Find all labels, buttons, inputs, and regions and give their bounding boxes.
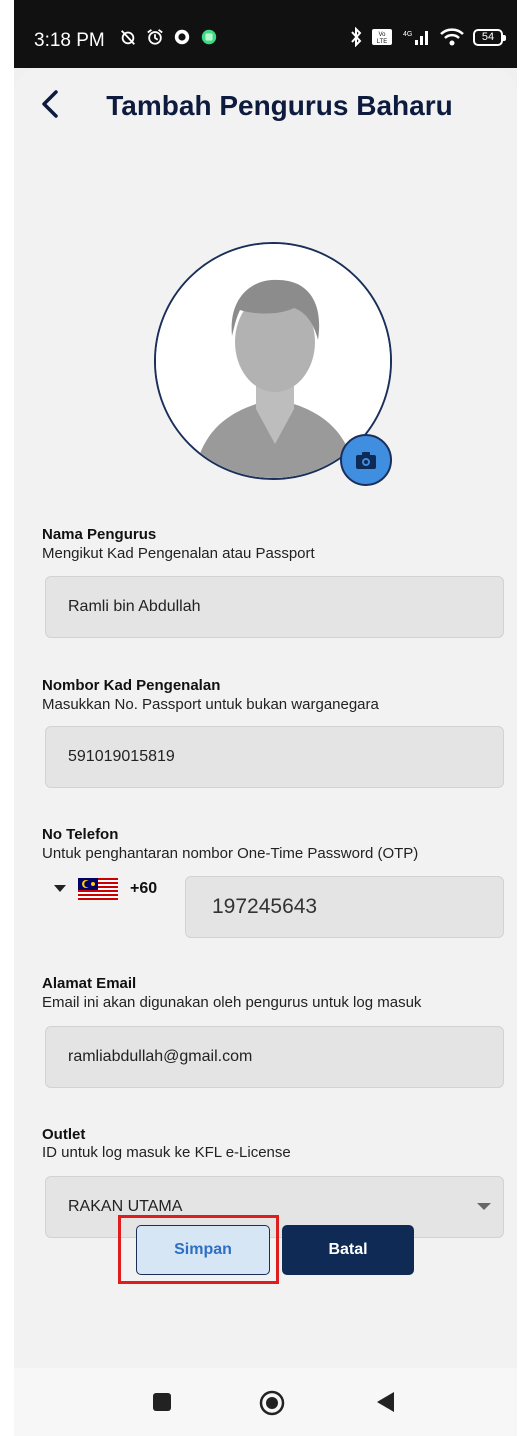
svg-text:4G: 4G <box>403 31 412 38</box>
battery-icon: 54 <box>473 28 506 46</box>
phone-label: No Telefon <box>42 826 119 843</box>
phone-input[interactable]: 197245643 <box>185 876 504 938</box>
ic-number-input[interactable]: 591019015819 <box>45 726 504 788</box>
malaysia-flag-icon <box>78 878 118 900</box>
caret-down-icon <box>54 885 66 892</box>
home-icon[interactable] <box>259 1390 285 1416</box>
back-nav-icon[interactable] <box>374 1390 396 1414</box>
save-button[interactable]: Simpan <box>136 1225 270 1275</box>
ic-number-label: Nombor Kad Pengenalan <box>42 677 221 694</box>
outlet-label: Outlet <box>42 1126 86 1143</box>
phone-help: Untuk penghantaran nombor One-Time Passw… <box>42 845 419 862</box>
email-input[interactable]: ramliabdullah@gmail.com <box>45 1026 504 1088</box>
email-label: Alamat Email <box>42 975 137 992</box>
country-code-selector[interactable]: +60 <box>54 878 157 900</box>
app-notification-icon <box>201 29 217 45</box>
camera-icon <box>356 452 376 469</box>
dropdown-arrow-icon <box>477 1203 491 1210</box>
page-title: Tambah Pengurus Baharu <box>106 90 453 121</box>
wifi-icon <box>440 28 464 46</box>
status-time: 3:18 PM <box>34 30 105 51</box>
status-bar: 3:18 PM Vo LTE 4G 54 <box>14 0 517 68</box>
status-left-icons <box>119 28 218 46</box>
name-input[interactable]: Ramli bin Abdullah <box>45 576 504 638</box>
svg-text:Vo: Vo <box>378 32 386 38</box>
main-content: Tambah Pengurus Baharu Nama Pengurus Men… <box>14 68 517 1368</box>
change-photo-button[interactable] <box>340 434 392 486</box>
name-label: Nama Pengurus <box>42 526 157 543</box>
alarm-off-icon <box>121 30 135 45</box>
email-help: Email ini akan digunakan oleh pengurus u… <box>42 994 422 1011</box>
outlet-selected-value: RAKAN UTAMA <box>68 1198 183 1215</box>
bluetooth-icon <box>351 27 362 47</box>
cancel-button[interactable]: Batal <box>282 1225 414 1275</box>
signal-4g-icon: 4G <box>403 31 428 45</box>
navigation-bar <box>14 1368 517 1436</box>
status-right-icons: Vo LTE 4G 54 <box>349 27 506 47</box>
chat-app-icon <box>174 29 190 45</box>
ic-number-help: Masukkan No. Passport untuk bukan wargan… <box>42 696 379 713</box>
country-code: +60 <box>130 880 158 897</box>
outlet-help: ID untuk log masuk ke KFL e-License <box>42 1144 291 1161</box>
phone-screen: 3:18 PM Vo LTE 4G 54 Tambah Pengurus Baha… <box>14 0 517 1436</box>
svg-text:LTE: LTE <box>377 39 388 45</box>
alarm-icon <box>147 29 163 45</box>
volte-icon: VoLTE <box>372 29 392 45</box>
recents-icon[interactable] <box>150 1390 174 1414</box>
name-help: Mengikut Kad Pengenalan atau Passport <box>42 545 315 562</box>
